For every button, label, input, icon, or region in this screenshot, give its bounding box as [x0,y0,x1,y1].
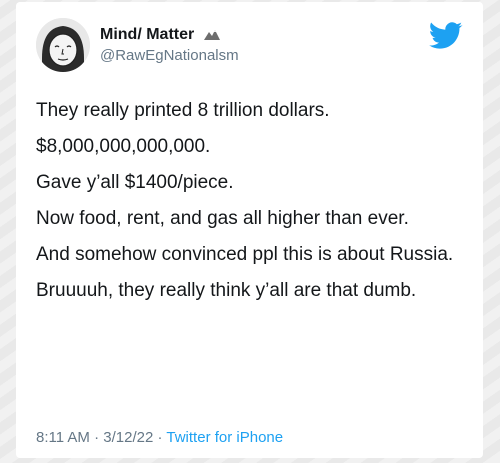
tweet-date[interactable]: 3/12/22 [103,429,153,446]
tweet-metadata: 8:11 AM · 3/12/22 · Twitter for iPhone [36,429,283,446]
author-handle[interactable]: @RawEgNationalsm [100,46,239,66]
meta-separator: · [157,429,163,446]
author-display-name-row[interactable]: Mind/ Matter [100,25,239,45]
tweet-paragraph: They really printed 8 trillion dollars. [36,100,330,121]
tweet-paragraph: $8,000,000,000,000. [36,136,211,157]
tweet-header: Mind/ Matter @RawEgNationalsm [36,12,467,76]
mountain-emoji-icon [203,27,221,41]
tweet-paragraph: Gave y’all $1400/piece. [36,172,234,193]
tweet-paragraph: Now food, rent, and gas all higher than … [36,208,409,229]
tweet-time[interactable]: 8:11 AM [36,429,90,446]
avatar-image [36,18,90,72]
tweet-paragraph: Bruuuuh, they really think y’all are tha… [36,280,417,301]
tweet-card: Mind/ Matter @RawEgNationalsm They reall… [16,2,483,458]
avatar[interactable] [36,18,90,72]
meta-separator: · [94,429,100,446]
twitter-bird-icon[interactable] [429,22,463,50]
tweet-paragraph: And somehow convinced ppl this is about … [36,244,454,265]
tweet-body: They really printed 8 trillion dollars. … [36,97,466,313]
author-names: Mind/ Matter @RawEgNationalsm [100,25,239,66]
tweet-source-link[interactable]: Twitter for iPhone [166,429,283,446]
author-display-name[interactable]: Mind/ Matter [100,26,194,43]
